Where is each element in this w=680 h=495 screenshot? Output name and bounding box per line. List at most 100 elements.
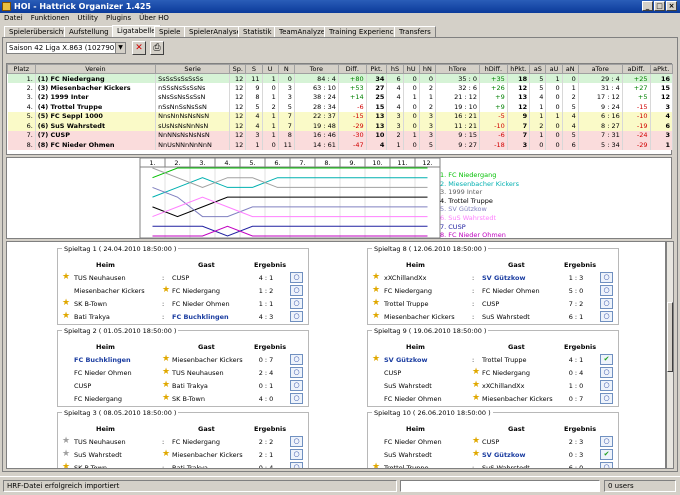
menu-ueber-ho[interactable]: Über HO [135, 13, 173, 24]
match-row[interactable]: ★ Miesenbacher Kickers: SuS Wahrstedt 6 : 1… [368, 310, 620, 323]
column-header[interactable]: hDiff. [478, 64, 508, 74]
menu-plugins[interactable]: Plugins [102, 13, 135, 24]
table-row[interactable]: 7. (7) CUSP NnNNsNsNsNsN 12 3 1 8 16 : 46 -30 10 2… [7, 130, 673, 140]
match-details-icon[interactable]: ○ [290, 311, 303, 322]
tab-training-experience[interactable]: Training Experience [324, 26, 403, 37]
match-details-icon[interactable]: ○ [290, 298, 303, 309]
column-header[interactable]: hN [418, 64, 437, 74]
season-select-value: Saison 42 Liga X.863 (102790) [9, 44, 117, 52]
maximize-button[interactable]: □ [654, 1, 665, 11]
print-icon[interactable]: ⎙ [150, 41, 164, 55]
match-row[interactable]: ★CUSP:Bati Trakya0 : 1○ [58, 379, 310, 392]
match-details-icon[interactable]: ○ [600, 298, 613, 309]
menu-funktionen[interactable]: Funktionen [27, 13, 74, 24]
match-details-icon[interactable]: ○ [600, 462, 613, 468]
match-row[interactable]: ★FC Nieder Ohmen:CUSP2 : 3○ [368, 435, 620, 448]
match-checked-icon[interactable]: ✔ [600, 354, 613, 365]
star-icon: ★ [472, 449, 481, 459]
column-header[interactable]: Verein [34, 64, 157, 74]
match-row[interactable]: ★ Trottel Truppe: CUSP 7 : 2 ○ [368, 297, 620, 310]
match-details-icon[interactable]: ○ [290, 272, 303, 283]
close-button[interactable]: × [666, 1, 677, 11]
chevron-down-icon[interactable]: ▼ [115, 43, 125, 53]
column-header[interactable]: aDiff. [621, 64, 651, 74]
tab-statistik[interactable]: Statistik [238, 26, 277, 37]
match-details-icon[interactable]: ○ [600, 380, 613, 391]
match-details-icon[interactable]: ○ [290, 393, 303, 404]
match-details-icon[interactable]: ○ [600, 272, 613, 283]
table-row[interactable]: 6. (6) SuS Wahrstedt sUsNsNsNnNsN 12 4 1 7 19 :… [7, 121, 673, 131]
column-header[interactable]: Tore [293, 64, 339, 74]
match-row[interactable]: ★FC Buchklingen:Miesenbacher Kickers0 : … [58, 353, 310, 366]
match-row[interactable]: ★ xXChillandXx: SV Gützkow 1 : 3 ○ [368, 271, 620, 284]
match-row[interactable]: ★ SV Gützkow: Trottel Truppe 4 : 1 ✔ [368, 353, 620, 366]
column-header[interactable]: hTore [435, 64, 480, 74]
legend-entry: 6. SuS Wahrstedt [440, 213, 497, 222]
match-details-icon[interactable]: ○ [600, 367, 613, 378]
match-row[interactable]: ★ FC Niedergang: FC Nieder Ohmen 5 : 0 ○ [368, 284, 620, 297]
column-header[interactable]: hS [386, 64, 404, 74]
match-row[interactable]: ★Miesenbacher Kickers:FC Niedergang1 : 2… [58, 284, 310, 297]
table-row[interactable]: 3. (2) 1999 Inter sNsSsNsSsSsN 12 8 1 3 38 : 24… [7, 92, 673, 102]
column-header[interactable]: Serie [155, 64, 231, 74]
column-header[interactable]: aS [529, 64, 547, 74]
match-row[interactable]: ★ SK B-Town: Bati Trakya 0 : 4 ○ [58, 461, 310, 468]
tab-spiele[interactable]: Spiele [154, 26, 186, 37]
match-checked-icon[interactable]: ✔ [600, 449, 613, 460]
match-row[interactable]: ★ Trottel Truppe: SuS Wahrstedt 6 : 0 ○ [368, 461, 620, 468]
match-row[interactable]: ★FC Nieder Ohmen:TUS Neuhausen2 : 4○ [58, 366, 310, 379]
match-row[interactable]: ★ TUS Neuhausen: CUSP 4 : 1 ○ [58, 271, 310, 284]
match-row[interactable]: ★ TUS Neuhausen: FC Niedergang 2 : 2 ○ [58, 435, 310, 448]
menu-utility[interactable]: Utility [73, 13, 102, 24]
match-details-icon[interactable]: ○ [290, 380, 303, 391]
match-details-icon[interactable]: ○ [600, 436, 613, 447]
match-row[interactable]: ★SuS Wahrstedt:SV Gützkow0 : 3✔ [368, 448, 620, 461]
tab-spieleruebersicht[interactable]: Spielerübersicht [4, 26, 71, 37]
match-row[interactable]: ★★SuS Wahrstedt:Miesenbacher Kickers2 : … [58, 448, 310, 461]
delete-icon[interactable]: ✕ [132, 41, 146, 55]
table-row[interactable]: 8. (8) FC Nieder Ohmen NnUsNNnNnNnN 12 1 0 11 1… [7, 140, 673, 150]
column-header[interactable]: Pkt. [365, 64, 388, 74]
column-header[interactable]: aN [561, 64, 579, 74]
minimize-button[interactable]: _ [642, 1, 653, 11]
table-row[interactable]: 5. (5) FC Seppl 1000 NnsNnNsNsNsN 12 4 1 7 22 :… [7, 111, 673, 121]
column-header[interactable]: hU [402, 64, 420, 74]
match-row[interactable]: ★FC Niedergang:SK B-Town4 : 0○ [58, 392, 310, 405]
column-header[interactable]: aPkt. [649, 64, 673, 74]
match-details-icon[interactable]: ○ [290, 449, 303, 460]
column-header[interactable]: hPkt. [506, 64, 531, 74]
match-row[interactable]: ★ Bati Trakya: FC Buchklingen 4 : 3 ○ [58, 310, 310, 323]
match-details-icon[interactable]: ○ [600, 311, 613, 322]
column-header[interactable]: Sp. [229, 64, 247, 74]
match-details-icon[interactable]: ○ [290, 354, 303, 365]
table-cell: 0 [545, 130, 563, 140]
column-header[interactable]: Platz [7, 64, 36, 74]
matchday-scrollbar[interactable] [666, 241, 674, 469]
scrollbar-thumb[interactable] [667, 302, 673, 372]
column-header[interactable]: S [245, 64, 263, 74]
menu-datei[interactable]: Datei [0, 13, 27, 24]
tab-spieleranalyse[interactable]: SpielerAnalyse [184, 26, 246, 37]
column-header[interactable]: aU [545, 64, 563, 74]
column-header[interactable]: N [277, 64, 295, 74]
column-header[interactable]: aTore [577, 64, 623, 74]
match-details-icon[interactable]: ○ [290, 285, 303, 296]
column-header[interactable]: U [261, 64, 279, 74]
season-select[interactable]: Saison 42 Liga X.863 (102790) ▼ [6, 42, 126, 54]
table-row[interactable]: 2. (3) Miesenbacher Kickers nSSsNsSsSsNs 12… [7, 83, 673, 93]
table-row[interactable]: 1. (1) FC Niedergang SsSsSsSsSsSs 12 11 1 0 84 … [7, 73, 673, 83]
match-row[interactable]: ★ SK B-Town: FC Nieder Ohmen 1 : 1 ○ [58, 297, 310, 310]
match-details-icon[interactable]: ○ [290, 436, 303, 447]
tab-transfers[interactable]: Transfers [394, 26, 436, 37]
match-header-result: Ergebnis [564, 261, 597, 269]
match-details-icon[interactable]: ○ [600, 285, 613, 296]
match-details-icon[interactable]: ○ [290, 462, 303, 468]
match-row[interactable]: ★SuS Wahrstedt:xXChillandXx1 : 0○ [368, 379, 620, 392]
match-row[interactable]: ★CUSP:FC Niedergang0 : 4○ [368, 366, 620, 379]
match-row[interactable]: ★FC Nieder Ohmen:Miesenbacher Kickers0 :… [368, 392, 620, 405]
table-row[interactable]: 4. (4) Trottel Truppe nSsNnSsNsSsN 12 5 2 5 28 … [7, 102, 673, 112]
column-header[interactable]: Diff. [337, 64, 367, 74]
match-details-icon[interactable]: ○ [290, 367, 303, 378]
match-details-icon[interactable]: ○ [600, 393, 613, 404]
tab-aufstellung[interactable]: Aufstellung [64, 26, 114, 37]
